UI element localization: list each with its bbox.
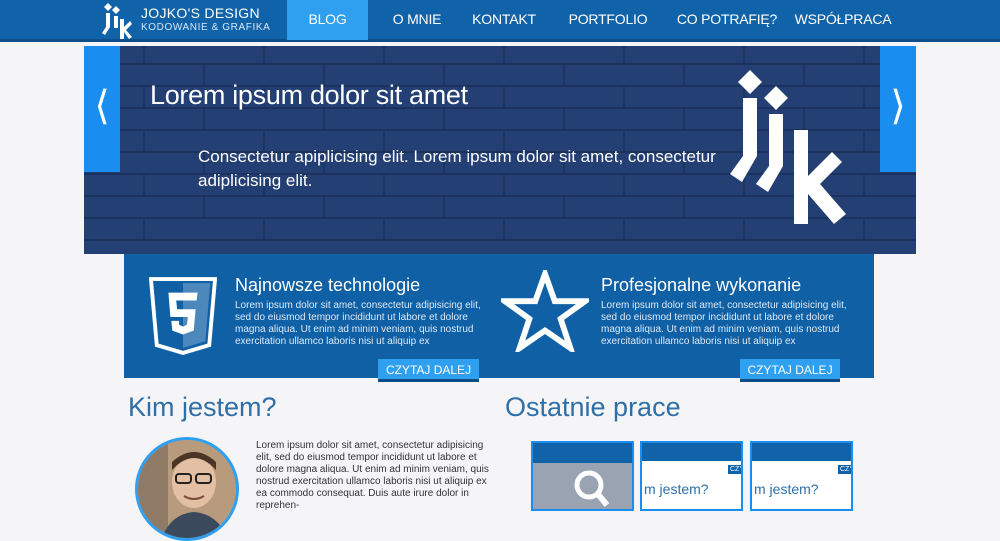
recent-work-thumbnail[interactable] — [531, 441, 634, 511]
avatar — [135, 437, 239, 541]
slide-title: Lorem ipsum dolor sit amet — [150, 80, 468, 110]
person-photo-icon — [138, 440, 236, 538]
thumbnail-label: m jestem? — [644, 481, 709, 497]
thumbnail-tag: CZY — [838, 465, 851, 474]
thumbnail-tag: CZY — [728, 465, 741, 474]
slider-prev-button[interactable]: ⟨ — [84, 46, 120, 172]
about-text: Lorem ipsum dolor sit amet, consectetur … — [256, 440, 489, 511]
thumbnail-label: m jestem? — [754, 481, 819, 497]
jjk-large-logo-icon — [730, 70, 846, 224]
nav-blog[interactable]: BLOG — [287, 0, 368, 40]
jjk-logo-icon[interactable] — [102, 3, 132, 39]
thumbnail-preview — [533, 443, 632, 509]
nav-portfolio[interactable]: PORTFOLIO — [563, 0, 653, 40]
feature-title-technologies: Najnowsze technologie — [235, 275, 421, 295]
feature-title-professional: Profesjonalne wykonanie — [601, 275, 802, 295]
brand-subtitle: KODOWANIE & GRAFIKA — [141, 22, 271, 33]
read-more-button-professional[interactable]: CZYTAJ DALEJ — [740, 359, 840, 382]
recent-work-thumbnail[interactable]: CZY m jestem? — [640, 441, 743, 511]
feature-text-professional: Lorem ipsum dolor sit amet, consectetur … — [601, 300, 847, 347]
html5-icon — [149, 277, 217, 355]
recent-works-title: Ostatnie prace — [505, 392, 681, 422]
star-icon — [501, 270, 589, 352]
brand-title: JOJKO'S DESIGN — [141, 5, 260, 21]
slider-next-button[interactable]: ⟩ — [880, 46, 916, 172]
thumbnail-header — [642, 443, 741, 461]
nav-o-mnie[interactable]: O MNIE — [378, 0, 456, 40]
feature-text-technologies: Lorem ipsum dolor sit amet, consectetur … — [235, 300, 481, 347]
read-more-button-technologies[interactable]: CZYTAJ DALEJ — [378, 359, 479, 382]
slide-text: Consectetur apiplicising elit. Lorem ips… — [198, 147, 716, 190]
nav-co-potrafie[interactable]: CO POTRAFIĘ? — [676, 0, 778, 40]
nav-kontakt[interactable]: KONTAKT — [463, 0, 545, 40]
about-title: Kim jestem? — [128, 392, 277, 422]
thumbnail-header — [752, 443, 851, 461]
nav-wspolpraca[interactable]: WSPÓŁPRACA — [792, 0, 894, 40]
recent-work-thumbnail[interactable]: CZY m jestem? — [750, 441, 853, 511]
